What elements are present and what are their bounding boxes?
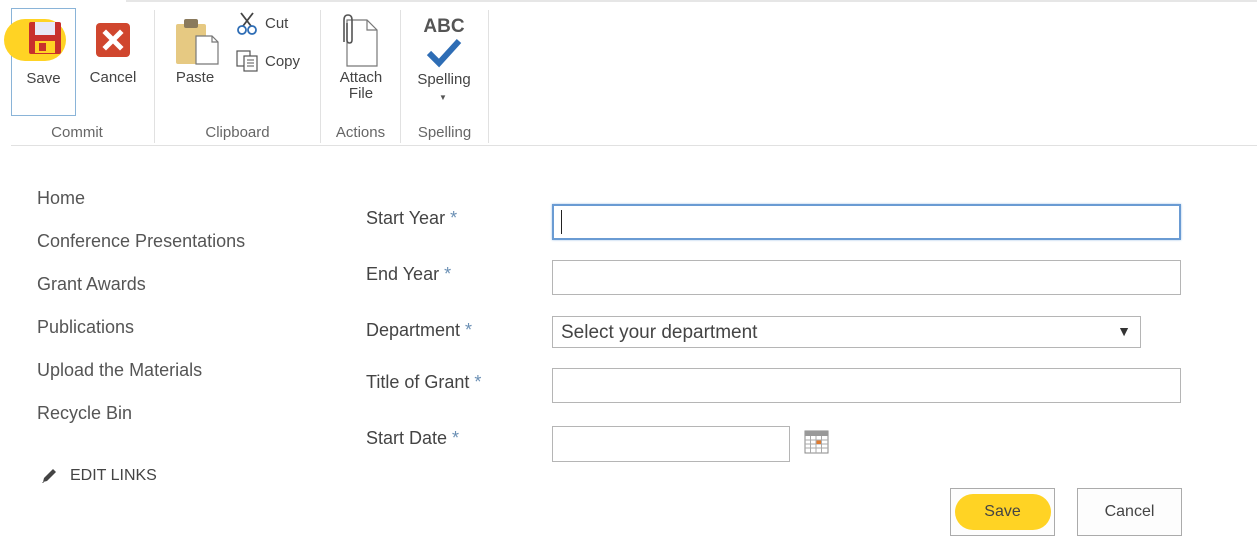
department-label: Department *: [366, 320, 473, 340]
paste-icon: [176, 19, 219, 65]
end-year-input[interactable]: [552, 260, 1181, 295]
nav-item-upload-materials[interactable]: Upload the Materials: [37, 360, 202, 381]
start-year-label: Start Year *: [366, 208, 458, 228]
edit-links-button[interactable]: EDIT LINKS: [40, 466, 157, 485]
group-label-commit: Commit: [51, 124, 103, 141]
ribbon-paste-label: Paste: [175, 69, 215, 86]
ribbon-cancel-label: Cancel: [89, 69, 137, 86]
cancel-icon: [96, 23, 130, 57]
ribbon-attach-file-button[interactable]: Attach File: [330, 10, 392, 110]
dropdown-arrow-icon: ▼: [439, 93, 447, 102]
department-selected-value: Select your department: [561, 322, 758, 343]
copy-icon: [236, 50, 258, 72]
edit-links-label: EDIT LINKS: [70, 466, 157, 484]
cancel-button[interactable]: Cancel: [1077, 488, 1182, 536]
ribbon-bottom-border: [11, 145, 1257, 146]
ribbon-cut-label: Cut: [265, 14, 289, 32]
required-marker: *: [474, 372, 482, 392]
required-marker: *: [452, 428, 460, 448]
save-button[interactable]: Save: [950, 488, 1055, 536]
spelling-icon: ABC: [410, 14, 478, 70]
nav-item-conference-presentations[interactable]: Conference Presentations: [37, 231, 245, 252]
start-date-input[interactable]: [552, 426, 790, 462]
cancel-button-label: Cancel: [1104, 503, 1155, 520]
ribbon-spelling-label: Spelling: [417, 71, 471, 88]
ribbon-copy-label: Copy: [265, 52, 301, 70]
start-year-input[interactable]: [552, 204, 1181, 240]
save-icon: [29, 22, 61, 54]
ribbon-attach-label-line2: File: [348, 85, 374, 102]
checkmark-icon: [426, 38, 462, 68]
attach-file-icon: [343, 14, 378, 67]
ribbon-cut-button[interactable]: Cut: [236, 11, 288, 35]
title-of-grant-input[interactable]: [552, 368, 1181, 403]
end-year-label: End Year *: [366, 264, 452, 284]
ribbon-save-button[interactable]: Save: [4, 8, 76, 116]
start-date-label: Start Date *: [366, 428, 460, 448]
pencil-icon: [42, 469, 56, 483]
save-button-label: Save: [984, 503, 1021, 520]
nav-item-publications[interactable]: Publications: [37, 317, 134, 338]
required-marker: *: [450, 208, 458, 228]
text-caret: [561, 210, 562, 234]
calendar-icon[interactable]: [804, 430, 829, 454]
dropdown-arrow-icon: ▼: [1117, 323, 1131, 339]
group-label-spelling: Spelling: [417, 124, 472, 141]
ribbon-copy-button[interactable]: Copy: [236, 50, 300, 72]
required-marker: *: [465, 320, 473, 340]
group-label-clipboard: Clipboard: [205, 124, 270, 141]
group-label-actions: Actions: [335, 124, 386, 141]
ribbon-spelling-button[interactable]: ABC Spelling ▼: [410, 10, 478, 110]
ribbon-cancel-button[interactable]: Cancel: [84, 10, 142, 110]
department-select[interactable]: Select your department ▼: [552, 316, 1141, 348]
title-of-grant-label: Title of Grant *: [366, 372, 482, 392]
nav-item-home[interactable]: Home: [37, 188, 85, 209]
cut-icon: [237, 12, 257, 35]
ribbon: Save Cancel Paste Cut Copy Attach File A…: [0, 0, 1257, 146]
spelling-icon-text: ABC: [423, 16, 465, 37]
required-marker: *: [444, 264, 452, 284]
ribbon-save-label: Save: [26, 70, 61, 87]
group-separator: [488, 10, 489, 143]
nav-item-grant-awards[interactable]: Grant Awards: [37, 274, 146, 295]
ribbon-paste-button[interactable]: Paste: [166, 10, 224, 110]
ribbon-attach-label-line1: Attach: [339, 69, 383, 86]
nav-item-recycle-bin[interactable]: Recycle Bin: [37, 403, 132, 424]
